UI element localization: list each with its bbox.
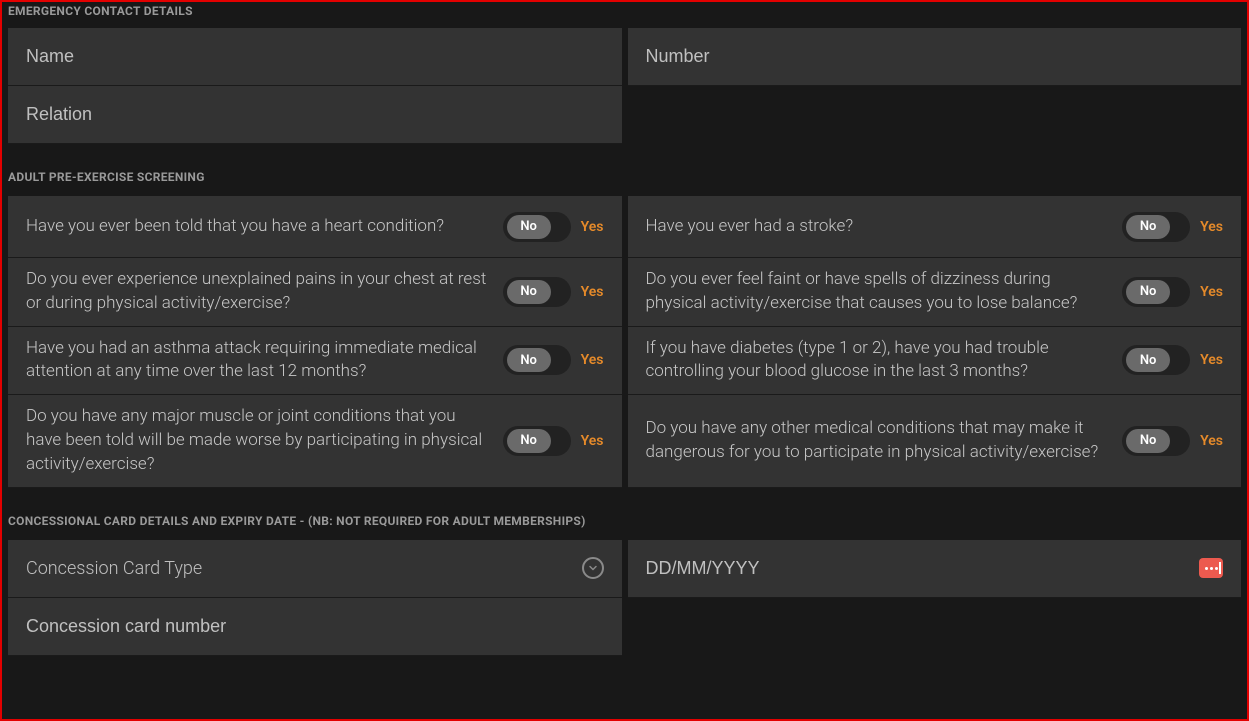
section-header-concession: CONCESSIONAL CARD DETAILS AND EXPIRY DAT… xyxy=(2,488,1247,540)
toggle-group: No Yes xyxy=(503,212,604,242)
toggle-knob-no: No xyxy=(507,215,551,239)
toggle-yes-label[interactable]: Yes xyxy=(581,352,604,368)
toggle-switch[interactable]: No xyxy=(503,345,571,375)
concession-card-number-input[interactable] xyxy=(26,616,604,637)
question-muscle-joint: Do you have any major muscle or joint co… xyxy=(8,395,622,487)
toggle-yes-label[interactable]: Yes xyxy=(1200,219,1223,235)
question-dizziness: Do you ever feel faint or have spells of… xyxy=(628,258,1242,327)
toggle-switch[interactable]: No xyxy=(1122,345,1190,375)
toggle-knob-no: No xyxy=(507,280,551,304)
toggle-yes-label[interactable]: Yes xyxy=(581,284,604,300)
toggle-group: No Yes xyxy=(1122,345,1223,375)
question-stroke: Have you ever had a stroke? No Yes xyxy=(628,196,1242,258)
toggle-yes-label[interactable]: Yes xyxy=(1200,352,1223,368)
date-picker-icon[interactable] xyxy=(1199,558,1223,578)
concession-card-type-field[interactable]: Concession Card Type xyxy=(8,540,622,598)
concession-card-number-field[interactable] xyxy=(8,598,622,656)
emergency-name-field[interactable] xyxy=(8,28,622,86)
emergency-relation-input[interactable] xyxy=(26,104,604,125)
toggle-switch[interactable]: No xyxy=(503,426,571,456)
question-text: Do you have any other medical conditions… xyxy=(646,417,1123,465)
toggle-group: No Yes xyxy=(1122,426,1223,456)
toggle-group: No Yes xyxy=(1122,212,1223,242)
empty-cell xyxy=(628,598,1242,656)
toggle-group: No Yes xyxy=(503,277,604,307)
toggle-yes-label[interactable]: Yes xyxy=(581,433,604,449)
question-text: Do you have any major muscle or joint co… xyxy=(26,405,503,476)
emergency-relation-field[interactable] xyxy=(8,86,622,144)
concession-expiry-field[interactable] xyxy=(628,540,1242,598)
toggle-switch[interactable]: No xyxy=(1122,426,1190,456)
concession-card-type-placeholder: Concession Card Type xyxy=(26,558,202,579)
question-chest-pain: Do you ever experience unexplained pains… xyxy=(8,258,622,327)
toggle-switch[interactable]: No xyxy=(503,212,571,242)
toggle-group: No Yes xyxy=(503,345,604,375)
empty-cell xyxy=(628,86,1242,144)
concession-expiry-input[interactable] xyxy=(646,558,1224,579)
toggle-knob-no: No xyxy=(1126,280,1170,304)
question-text: Do you ever experience unexplained pains… xyxy=(26,268,503,316)
toggle-switch[interactable]: No xyxy=(1122,277,1190,307)
toggle-knob-no: No xyxy=(1126,348,1170,372)
section-header-emergency: EMERGENCY CONTACT DETAILS xyxy=(2,2,1247,28)
toggle-knob-no: No xyxy=(1126,215,1170,239)
screening-question-grid: Have you ever been told that you have a … xyxy=(2,196,1247,488)
chevron-down-icon[interactable] xyxy=(582,557,604,579)
question-other-medical: Do you have any other medical conditions… xyxy=(628,395,1242,487)
form-container: EMERGENCY CONTACT DETAILS ADULT PRE-EXER… xyxy=(0,0,1249,721)
emergency-name-input[interactable] xyxy=(26,46,604,67)
toggle-group: No Yes xyxy=(503,426,604,456)
emergency-number-field[interactable] xyxy=(628,28,1242,86)
question-heart-condition: Have you ever been told that you have a … xyxy=(8,196,622,258)
toggle-yes-label[interactable]: Yes xyxy=(1200,433,1223,449)
toggle-knob-no: No xyxy=(1126,429,1170,453)
toggle-knob-no: No xyxy=(507,429,551,453)
question-asthma: Have you had an asthma attack requiring … xyxy=(8,327,622,396)
section-header-screening: ADULT PRE-EXERCISE SCREENING xyxy=(2,144,1247,196)
toggle-switch[interactable]: No xyxy=(1122,212,1190,242)
toggle-switch[interactable]: No xyxy=(503,277,571,307)
question-diabetes: If you have diabetes (type 1 or 2), have… xyxy=(628,327,1242,396)
question-text: Have you had an asthma attack requiring … xyxy=(26,337,503,385)
toggle-yes-label[interactable]: Yes xyxy=(581,219,604,235)
toggle-group: No Yes xyxy=(1122,277,1223,307)
question-text: Have you ever been told that you have a … xyxy=(26,215,503,239)
toggle-knob-no: No xyxy=(507,348,551,372)
toggle-yes-label[interactable]: Yes xyxy=(1200,284,1223,300)
question-text: Have you ever had a stroke? xyxy=(646,215,1123,239)
question-text: Do you ever feel faint or have spells of… xyxy=(646,268,1123,316)
emergency-number-input[interactable] xyxy=(646,46,1224,67)
question-text: If you have diabetes (type 1 or 2), have… xyxy=(646,337,1123,385)
